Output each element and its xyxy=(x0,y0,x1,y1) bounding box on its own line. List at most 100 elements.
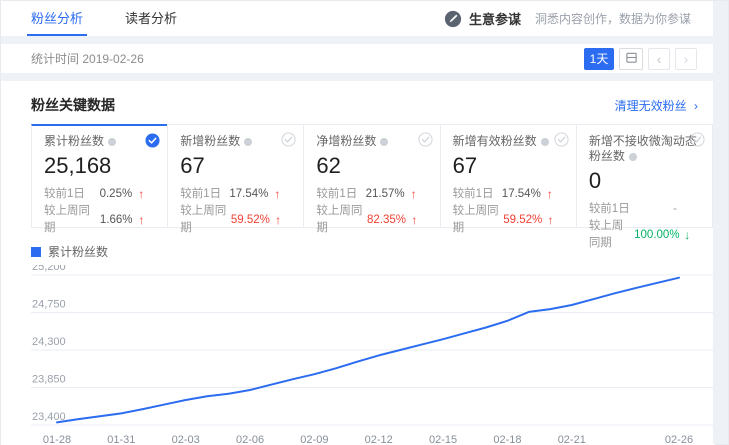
separator-band xyxy=(1,73,715,81)
brand-tagline: 洞悉内容创作，数据为你参谋 xyxy=(535,10,691,27)
svg-text:02-15: 02-15 xyxy=(429,434,457,445)
arrow-up-icon: ↑ xyxy=(135,186,147,203)
stat-time-text: 统计时间 2019-02-26 xyxy=(31,50,144,67)
compare-value: 17.54% xyxy=(229,186,268,203)
compare-value: 82.35% xyxy=(367,212,406,229)
compare-value: 100.00% xyxy=(634,227,679,244)
card-value: 67 xyxy=(453,152,566,179)
svg-text:02-03: 02-03 xyxy=(172,434,200,445)
tab-reader-analysis[interactable]: 读者分析 xyxy=(125,1,177,36)
compare-label: 较前1日 xyxy=(316,186,357,203)
metric-card-no-weitao-fans[interactable]: 新增不接收微淘动态粉丝数 0 较前1日 - 较上周同期 100.00% ↓ xyxy=(576,124,713,228)
svg-text:02-26: 02-26 xyxy=(665,434,693,445)
compare-row: 较上周同期 59.52% ↑ xyxy=(180,203,293,237)
calendar-button[interactable] xyxy=(619,48,643,70)
svg-text:01-28: 01-28 xyxy=(43,434,71,445)
svg-text:24,750: 24,750 xyxy=(32,299,66,311)
check-circle-icon[interactable] xyxy=(281,132,296,147)
svg-text:25,200: 25,200 xyxy=(32,265,66,273)
card-title: 新增不接收微淘动态粉丝数 xyxy=(589,134,702,164)
clean-invalid-fans-link[interactable]: 清理无效粉丝 › xyxy=(615,97,698,114)
compare-value: 21.57% xyxy=(366,186,405,203)
compare-row: 较上周同期 59.52% ↑ xyxy=(453,203,566,237)
arrow-up-icon: ↑ xyxy=(408,186,420,203)
check-circle-selected-icon[interactable] xyxy=(145,133,160,148)
card-title: 累计粉丝数 xyxy=(44,134,157,149)
compare-label: 较上周同期 xyxy=(589,218,634,252)
compare-value: 59.52% xyxy=(231,212,270,229)
compare-value: 0.25% xyxy=(100,186,133,203)
section-title: 粉丝关键数据 xyxy=(31,95,115,115)
arrow-down-icon: ↓ xyxy=(683,227,692,244)
compare-row: 较前1日 - xyxy=(589,201,702,218)
fans-line-chart[interactable]: 25,20024,75024,30023,85023,40001-2801-31… xyxy=(31,265,713,445)
legend-label: 累计粉丝数 xyxy=(48,243,108,260)
compare-label: 较上周同期 xyxy=(453,203,504,237)
compare-value: - xyxy=(673,201,677,218)
check-circle-icon[interactable] xyxy=(690,132,705,147)
range-1day-button[interactable]: 1天 xyxy=(584,48,614,70)
compare-value: 17.54% xyxy=(502,186,541,203)
compare-row: 较前1日 21.57% ↑ xyxy=(316,186,429,203)
metric-card-cumulative-fans[interactable]: 累计粉丝数 25,168 较前1日 0.25% ↑ 较上周同期 1.66% ↑ xyxy=(31,124,168,228)
compare-label: 较上周同期 xyxy=(180,203,231,237)
info-dot-icon[interactable] xyxy=(629,153,637,161)
compare-row: 较前1日 17.54% ↑ xyxy=(180,186,293,203)
svg-text:01-31: 01-31 xyxy=(107,434,135,445)
arrow-up-icon: ↑ xyxy=(544,186,556,203)
fans-analysis-page: 粉丝分析 读者分析 生意参谋 洞悉内容创作，数据为你参谋 统计时间 2019-0… xyxy=(1,1,715,445)
info-dot-icon[interactable] xyxy=(244,138,252,146)
check-circle-icon[interactable] xyxy=(418,132,433,147)
separator-band xyxy=(1,36,715,44)
scrollbar-gutter[interactable] xyxy=(713,1,728,444)
compare-label: 较前1日 xyxy=(44,186,85,203)
info-dot-icon[interactable] xyxy=(108,138,116,146)
metric-card-net-fans[interactable]: 净增粉丝数 62 较前1日 21.57% ↑ 较上周同期 82.35% ↑ xyxy=(303,124,440,228)
next-day-button[interactable]: › xyxy=(675,48,697,70)
card-value: 0 xyxy=(589,167,702,194)
stat-time-label: 统计时间 xyxy=(31,52,79,66)
card-value: 25,168 xyxy=(44,152,157,179)
arrow-up-icon: ↑ xyxy=(136,212,148,229)
card-title: 新增粉丝数 xyxy=(180,134,293,149)
metric-card-new-fans[interactable]: 新增粉丝数 67 较前1日 17.54% ↑ 较上周同期 59.52% ↑ xyxy=(167,124,304,228)
compare-label: 较前1日 xyxy=(453,186,494,203)
svg-text:24,300: 24,300 xyxy=(32,336,66,348)
arrow-up-icon: ↑ xyxy=(273,212,284,229)
compare-row: 较上周同期 1.66% ↑ xyxy=(44,203,157,237)
date-controls: 1天 ‹ › xyxy=(584,48,697,70)
compare-value: 1.66% xyxy=(100,212,133,229)
date-toolbar: 统计时间 2019-02-26 1天 ‹ › xyxy=(1,44,715,73)
card-title: 新增有效粉丝数 xyxy=(453,134,566,149)
tab-fans-analysis[interactable]: 粉丝分析 xyxy=(31,1,83,36)
compare-label: 较前1日 xyxy=(589,201,630,218)
section-header: 粉丝关键数据 清理无效粉丝 › xyxy=(31,94,698,116)
arrow-up-icon: ↑ xyxy=(271,186,283,203)
arrow-up-icon: ↑ xyxy=(409,212,420,229)
card-title: 净增粉丝数 xyxy=(316,134,429,149)
brand-area: 生意参谋 洞悉内容创作，数据为你参谋 xyxy=(444,1,691,36)
svg-text:02-06: 02-06 xyxy=(236,434,264,445)
prev-day-button[interactable]: ‹ xyxy=(648,48,670,70)
svg-text:23,850: 23,850 xyxy=(32,374,66,386)
arrow-up-icon: ↑ xyxy=(545,212,556,229)
metric-card-new-valid-fans[interactable]: 新增有效粉丝数 67 较前1日 17.54% ↑ 较上周同期 59.52% ↑ xyxy=(440,124,577,228)
metric-cards: 累计粉丝数 25,168 较前1日 0.25% ↑ 较上周同期 1.66% ↑ xyxy=(31,124,713,228)
info-dot-icon[interactable] xyxy=(541,138,549,146)
compare-row: 较上周同期 82.35% ↑ xyxy=(316,203,429,237)
sycm-logo-icon xyxy=(444,10,462,28)
chart-area: 25,20024,75024,30023,85023,40001-2801-31… xyxy=(31,265,698,445)
card-value: 62 xyxy=(316,152,429,179)
compare-row: 较前1日 17.54% ↑ xyxy=(453,186,566,203)
compare-value: 59.52% xyxy=(503,212,542,229)
card-value: 67 xyxy=(180,152,293,179)
info-dot-icon[interactable] xyxy=(380,138,388,146)
brand-name: 生意参谋 xyxy=(469,9,521,28)
compare-row: 较前1日 0.25% ↑ xyxy=(44,186,157,203)
svg-text:02-09: 02-09 xyxy=(300,434,328,445)
clean-link-label: 清理无效粉丝 xyxy=(615,99,687,113)
svg-text:02-12: 02-12 xyxy=(365,434,393,445)
check-circle-icon[interactable] xyxy=(554,132,569,147)
svg-text:02-21: 02-21 xyxy=(558,434,586,445)
chevron-right-icon: › xyxy=(694,99,698,113)
